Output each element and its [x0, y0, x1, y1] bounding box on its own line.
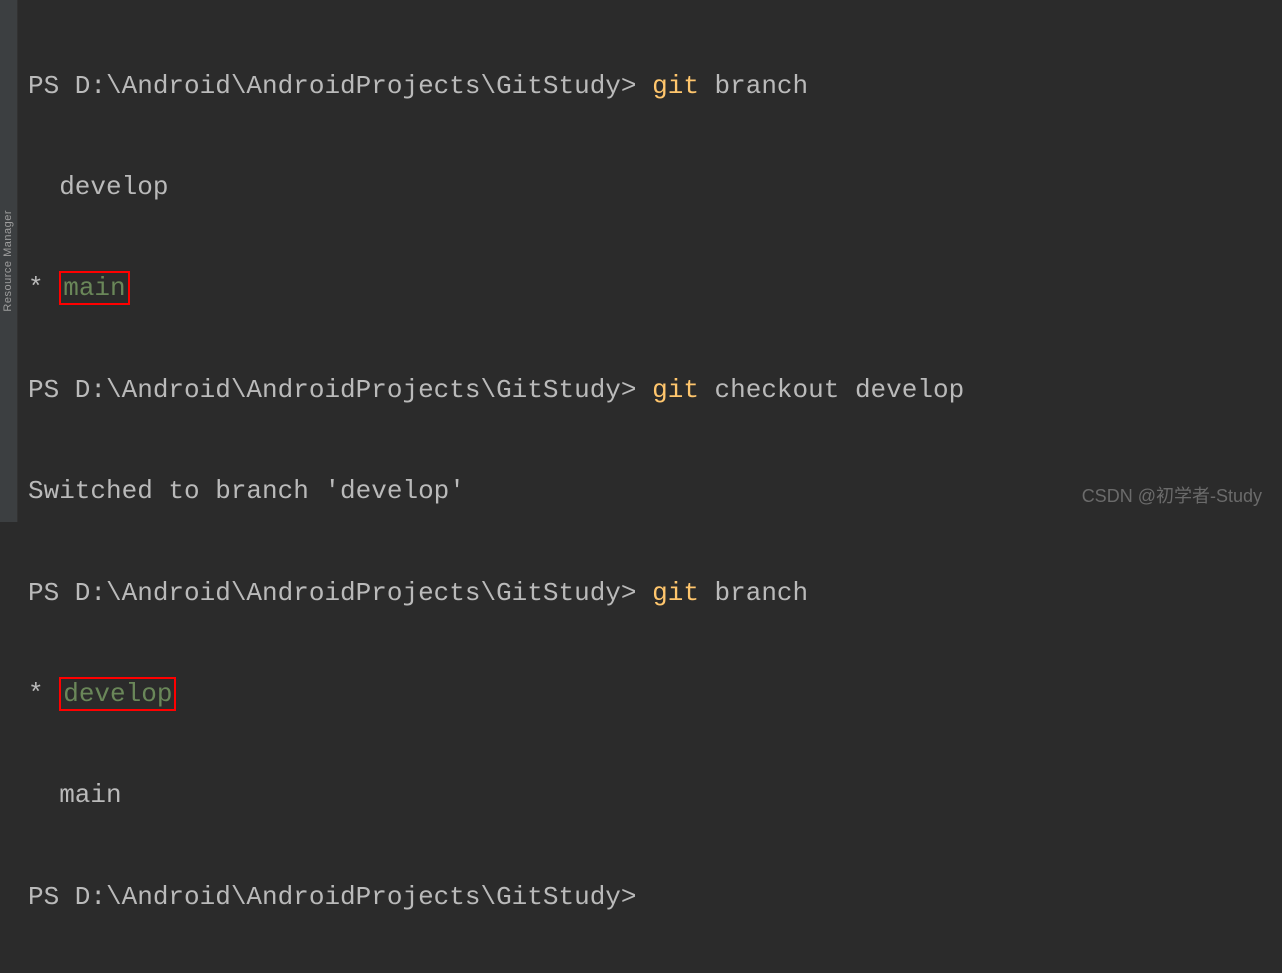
- command-args: checkout develop: [699, 375, 964, 405]
- prompt-path: PS D:\Android\AndroidProjects\GitStudy>: [28, 375, 637, 405]
- terminal-line: main: [28, 770, 1282, 821]
- terminal-line: PS D:\Android\AndroidProjects\GitStudy> …: [28, 365, 1282, 416]
- terminal-line: PS D:\Android\AndroidProjects\GitStudy>: [28, 872, 1282, 923]
- watermark-text: CSDN @初学者-Study: [1082, 479, 1262, 514]
- terminal-line: develop: [28, 162, 1282, 213]
- terminal-line: PS D:\Android\AndroidProjects\GitStudy> …: [28, 568, 1282, 619]
- prompt-path: PS D:\Android\AndroidProjects\GitStudy>: [28, 882, 637, 912]
- current-branch-highlighted: develop: [59, 677, 176, 711]
- branch-output: main: [28, 780, 122, 810]
- git-command: git: [652, 375, 699, 405]
- sidebar-label: Resource Manager: [0, 210, 19, 312]
- prompt-path: PS D:\Android\AndroidProjects\GitStudy>: [28, 578, 637, 608]
- git-command: git: [652, 71, 699, 101]
- git-command: git: [652, 578, 699, 608]
- command-args: branch: [699, 71, 808, 101]
- terminal-line: * main: [28, 263, 1282, 314]
- switch-output: Switched to branch 'develop': [28, 476, 465, 506]
- current-branch-highlighted: main: [59, 271, 129, 305]
- terminal-line: PS D:\Android\AndroidProjects\GitStudy> …: [28, 61, 1282, 112]
- branch-output: develop: [28, 172, 168, 202]
- ide-sidebar[interactable]: Resource Manager: [0, 0, 18, 522]
- branch-marker: *: [28, 679, 59, 709]
- prompt-path: PS D:\Android\AndroidProjects\GitStudy>: [28, 71, 637, 101]
- terminal-line: * develop: [28, 669, 1282, 720]
- command-args: branch: [699, 578, 808, 608]
- branch-marker: *: [28, 273, 59, 303]
